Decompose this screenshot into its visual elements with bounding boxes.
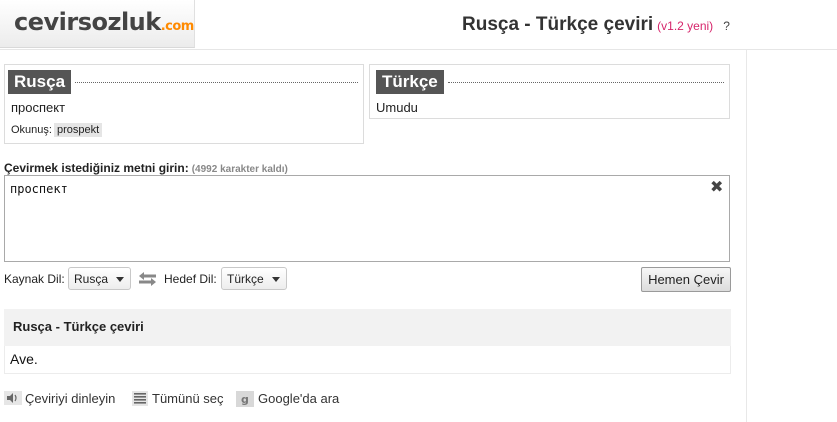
version-badge[interactable]: (v1.2 yeni)	[657, 19, 713, 33]
select-all-label: Tümünü seç	[152, 391, 224, 406]
logo-domain: .com	[160, 19, 195, 34]
speaker-icon	[4, 391, 22, 405]
chevron-down-icon	[271, 277, 280, 283]
target-word-box: Türkçe Umudu	[369, 64, 730, 119]
page-title: Rusça - Türkçe çeviri (v1.2 yeni)?	[462, 14, 730, 36]
clear-icon[interactable]: ✖	[710, 180, 723, 196]
google-icon: g	[236, 391, 254, 407]
header: cevirsozluk.com Rusça - Türkçe çeviri (v1…	[0, 0, 837, 50]
input-prompt-text: Çevirmek istediğiniz metni girin:	[4, 161, 189, 175]
input-prompt: Çevirmek istediğiniz metni girin: (4992 k…	[4, 161, 288, 175]
source-lang-value: Rusça	[74, 272, 109, 286]
chevron-down-icon	[116, 277, 125, 283]
logo-text[interactable]: cevirsozluk.com	[14, 8, 194, 36]
right-rail-divider	[746, 50, 747, 422]
translate-button[interactable]: Hemen Çevir	[641, 267, 731, 292]
pronunciation: Okunuş: prospekt	[11, 123, 103, 137]
source-word: проспект	[11, 100, 66, 115]
source-lang-select[interactable]: Rusça	[68, 267, 131, 290]
target-lang-value: Türkçe	[227, 272, 264, 286]
listen-label: Çeviriyi dinleyin	[25, 391, 116, 406]
listen-action[interactable]: Çeviriyi dinleyin	[4, 390, 124, 408]
divider	[448, 82, 724, 83]
result-text: Ave.	[10, 351, 38, 367]
page-title-text: Rusça - Türkçe çeviri	[462, 14, 654, 35]
target-lang-label: Hedef Dil:	[164, 272, 217, 286]
svg-text:g: g	[241, 393, 249, 406]
logo-main: cevirsozluk	[14, 8, 161, 36]
pronunciation-value: prospekt	[53, 123, 103, 137]
target-word: Umudu	[376, 100, 418, 115]
list-icon	[132, 391, 148, 406]
google-search-label: Google'da ara	[258, 391, 340, 406]
source-word-box: Rusça проспект Okunuş: prospekt	[4, 64, 364, 144]
swap-arrows-icon[interactable]	[139, 271, 156, 287]
source-lang-label: Kaynak Dil:	[4, 272, 65, 286]
target-lang-select[interactable]: Türkçe	[221, 267, 287, 290]
source-lang-tag: Rusça	[8, 70, 72, 94]
source-text-input[interactable]: проспект	[4, 175, 730, 262]
select-all-action[interactable]: Tümünü seç	[132, 390, 230, 408]
result-title: Rusça - Türkçe çeviri	[13, 319, 144, 334]
target-lang-tag: Türkçe	[376, 70, 444, 94]
divider	[75, 82, 358, 83]
help-link[interactable]: ?	[723, 19, 730, 33]
result-header: Rusça - Türkçe çeviri	[4, 309, 731, 346]
pronunciation-label: Okunuş:	[11, 124, 52, 136]
logo[interactable]: cevirsozluk.com	[0, 0, 195, 48]
chars-left-counter: (4992 karakter kaldı)	[191, 164, 288, 175]
google-search-action[interactable]: g Google'da ara	[236, 390, 346, 408]
result-body: Ave.	[4, 346, 731, 374]
